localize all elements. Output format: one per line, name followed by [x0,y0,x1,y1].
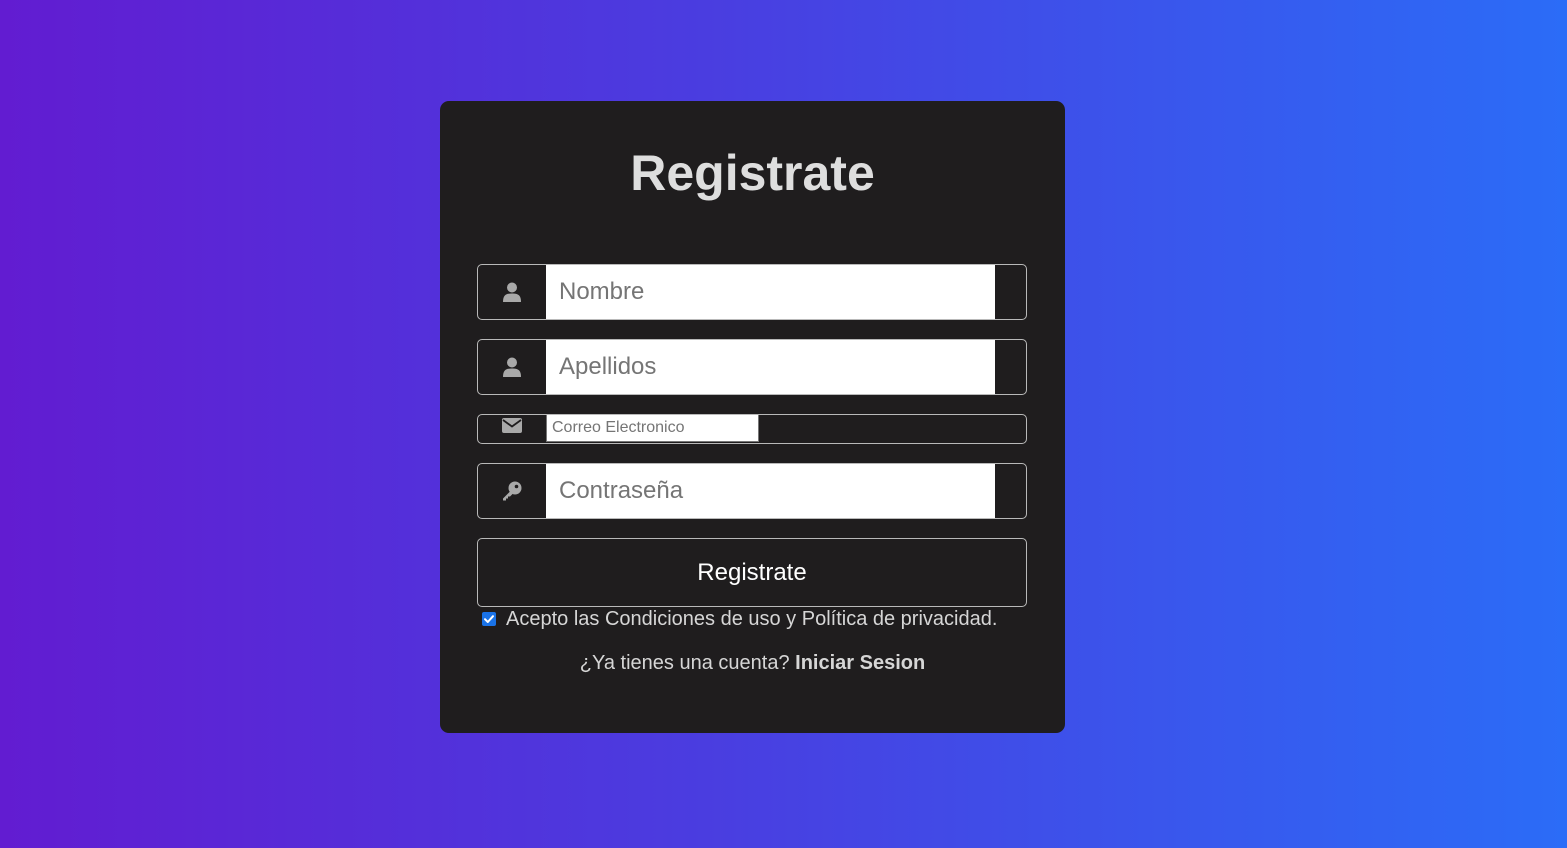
contrasena-field-group [477,463,1027,519]
nombre-input[interactable] [546,265,995,319]
login-prompt: ¿Ya tienes una cuenta? [579,652,790,674]
terms-checkbox[interactable] [482,611,496,626]
envelope-icon [478,415,546,443]
user-icon [478,265,546,319]
apellidos-input[interactable] [546,340,995,394]
apellidos-field-group [477,339,1027,395]
key-icon [478,464,546,518]
nombre-field-group [477,264,1027,320]
terms-row[interactable]: Acepto las Condiciones de uso y Política… [481,608,997,631]
user-icon [478,340,546,394]
form-title: Registrate [630,145,875,201]
contrasena-input[interactable] [546,464,995,518]
register-button[interactable]: Registrate [477,538,1027,607]
terms-label: Acepto las Condiciones de uso y Política… [506,608,998,630]
register-card: Registrate Nombre Apellidos Correo Elect… [440,101,1065,733]
correo-input[interactable] [546,415,759,442]
login-prompt-line: ¿Ya tienes una cuenta? Iniciar Sesion [440,652,1065,675]
correo-field-group [477,414,1027,444]
login-link[interactable]: Iniciar Sesion [795,652,925,674]
